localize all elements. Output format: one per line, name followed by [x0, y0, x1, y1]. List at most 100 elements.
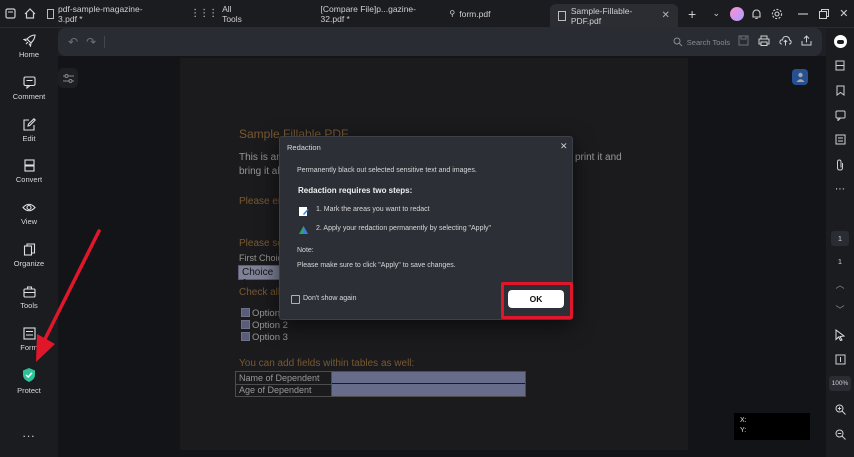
gear-icon[interactable]: [767, 0, 787, 28]
sidebar-item-label: Comment: [12, 92, 46, 101]
tab-label: All Tools: [222, 3, 242, 24]
new-tab-icon[interactable]: +: [682, 0, 702, 28]
sidebar-item-label: Home: [18, 50, 39, 59]
home-icon[interactable]: [20, 0, 40, 28]
sidebar-item-protect[interactable]: Protect: [0, 367, 58, 395]
fit-page-icon[interactable]: [826, 354, 854, 365]
sidebar-item-label: View: [20, 217, 38, 226]
dialog-note-label: Note:: [297, 247, 314, 254]
x-coordinate-label: X:: [740, 417, 747, 424]
more-icon[interactable]: ...: [0, 426, 58, 440]
minimize-icon[interactable]: [793, 0, 813, 28]
sidebar-item-form[interactable]: Form: [0, 327, 58, 352]
zoom-in-icon[interactable]: [826, 404, 854, 415]
comments-panel-icon[interactable]: [826, 110, 854, 121]
tab-compare-file[interactable]: [Compare File]p...gazine-32.pdf *: [315, 0, 442, 28]
ai-assistant-icon[interactable]: [826, 35, 854, 48]
toolbar-divider: [104, 36, 106, 48]
tab-label: Sample-Fillable-PDF.pdf: [570, 5, 633, 26]
cloud-upload-icon[interactable]: [779, 33, 792, 51]
sidebar-item-convert[interactable]: Convert: [0, 159, 58, 184]
sidebar-item-home[interactable]: Home: [0, 34, 58, 59]
grid-icon: ⋮⋮⋮: [190, 8, 218, 19]
organize-icon: [23, 243, 35, 256]
dont-show-checkbox[interactable]: [291, 295, 300, 304]
bookmark-icon[interactable]: [826, 85, 854, 96]
undo-icon[interactable]: ↶: [68, 35, 78, 49]
sidebar-item-label: Tools: [20, 301, 38, 310]
attachment-icon[interactable]: [826, 159, 854, 171]
eye-icon: [22, 203, 36, 212]
sidebar-item-label: Organize: [13, 259, 45, 268]
dialog-description: Permanently black out selected sensitive…: [297, 167, 477, 174]
zoom-out-icon[interactable]: [826, 429, 854, 440]
form-icon: ⚲: [449, 9, 456, 18]
edit-icon: [22, 118, 36, 131]
left-sidebar: Home Comment Edit Convert View Organize …: [0, 28, 58, 457]
dont-show-label: Don't show again: [303, 295, 357, 302]
sidebar-item-comment[interactable]: Comment: [0, 76, 58, 101]
current-page-indicator[interactable]: 1: [826, 231, 854, 246]
select-cursor-icon[interactable]: [826, 329, 854, 341]
close-tab-icon[interactable]: ✕: [662, 10, 670, 21]
sidebar-item-label: Convert: [15, 175, 43, 184]
search-label: Search Tools: [686, 37, 730, 47]
tab-label: form.pdf: [459, 8, 491, 19]
total-pages: 1: [837, 257, 843, 266]
sidebar-item-edit[interactable]: Edit: [0, 118, 58, 143]
apply-redaction-icon: [298, 223, 309, 241]
more-options-icon[interactable]: ⋯: [826, 184, 854, 195]
ok-highlight-box: [501, 282, 573, 319]
current-page-number: 1: [831, 231, 849, 246]
zoom-level[interactable]: 100%: [826, 376, 854, 391]
search-icon: [673, 37, 683, 47]
sidebar-item-organize[interactable]: Organize: [0, 243, 58, 268]
form-icon: [22, 327, 36, 340]
window-menu-icon[interactable]: [0, 0, 20, 28]
mark-area-icon: [298, 204, 309, 222]
tab-sample-fillable[interactable]: Sample-Fillable-PDF.pdf ✕: [550, 3, 678, 28]
sidebar-item-label: Protect: [17, 386, 41, 395]
right-toolbar: ⋯ 1 1 ︿ ﹀ 100%: [826, 28, 854, 457]
close-window-icon[interactable]: ✕: [834, 0, 854, 28]
toolbox-icon: [22, 286, 36, 298]
tab-all-tools[interactable]: ⋮⋮⋮ All Tools: [184, 0, 254, 28]
print-icon[interactable]: [758, 33, 770, 51]
chevron-down-icon[interactable]: ⌄: [706, 0, 726, 28]
redo-icon[interactable]: ↷: [86, 35, 96, 49]
sidebar-item-label: Form: [20, 343, 38, 352]
dialog-title: Redaction: [287, 143, 321, 152]
dialog-close-icon[interactable]: ✕: [560, 141, 568, 152]
zoom-level-value: 100%: [829, 376, 851, 391]
save-icon[interactable]: [738, 33, 749, 51]
dialog-steps-heading: Redaction requires two steps:: [298, 186, 413, 195]
sidebar-item-tools[interactable]: Tools: [0, 285, 58, 310]
rocket-icon: [22, 34, 36, 47]
search-tools[interactable]: Search Tools: [673, 37, 730, 47]
tab-label: [Compare File]p...gazine-32.pdf *: [320, 3, 416, 24]
convert-icon: [23, 159, 35, 172]
tab-pdf-sample-magazine[interactable]: pdf-sample-magazine-3.pdf *: [41, 0, 165, 28]
dialog-step-2: 2. Apply your redaction permanently by s…: [316, 225, 492, 232]
avatar[interactable]: [726, 0, 746, 28]
chevron-down-icon[interactable]: ﹀: [826, 303, 854, 316]
y-coordinate-label: Y:: [740, 427, 747, 434]
share-icon[interactable]: [801, 33, 812, 51]
tab-bar: pdf-sample-magazine-3.pdf * ⋮⋮⋮ All Tool…: [0, 0, 854, 28]
toolbar: ↶ ↷ Search Tools: [58, 28, 822, 56]
dialog-note-text: Please make sure to click "Apply" to sav…: [297, 262, 456, 269]
comment-icon: [22, 76, 36, 89]
sidebar-item-view[interactable]: View: [0, 201, 58, 226]
cursor-coordinates: X: Y:: [734, 413, 810, 440]
thumbnails-icon[interactable]: [826, 60, 854, 71]
shield-icon: [23, 368, 35, 382]
dialog-step-1: 1. Mark the areas you want to redact: [316, 206, 430, 213]
fields-panel-icon[interactable]: [826, 134, 854, 145]
file-icon: [558, 10, 566, 21]
bell-icon[interactable]: [747, 0, 767, 28]
file-icon: [46, 8, 55, 19]
restore-icon[interactable]: [814, 0, 834, 28]
sidebar-item-label: Edit: [22, 134, 36, 143]
tab-form-pdf[interactable]: ⚲ form.pdf: [443, 0, 496, 28]
chevron-up-icon[interactable]: ︿: [826, 278, 854, 291]
